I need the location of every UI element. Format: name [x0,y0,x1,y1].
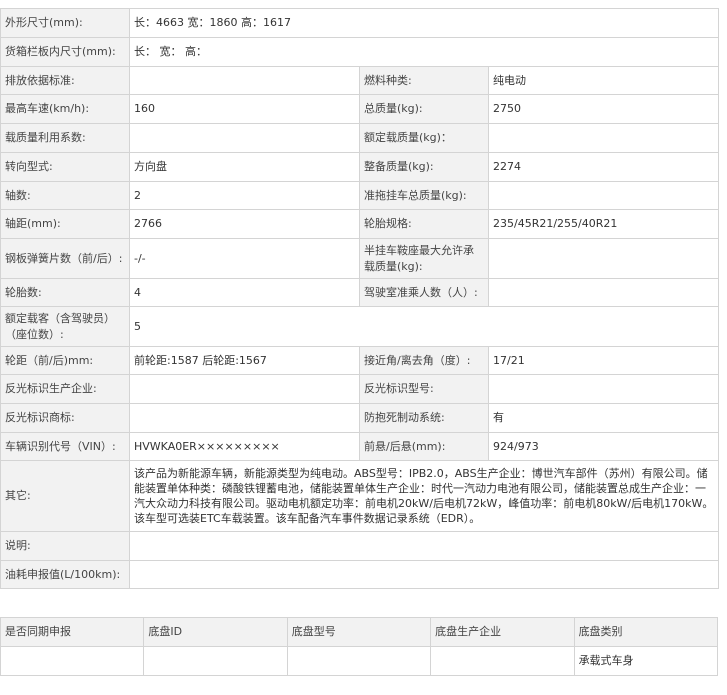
chassis-header-row: 是否同期申报 底盘ID 底盘型号 底盘生产企业 底盘类别 [0,617,719,647]
chassis-data-row: 承载式车身 [0,646,719,676]
gross-mass-value: 2750 [488,94,719,124]
passengers-value: 5 [129,306,719,347]
vehicle-spec-table: 外形尺寸(mm): 长：4663 宽：1860 高：1617 货箱栏板内尺寸(m… [0,8,719,589]
chassis-cell [0,646,145,676]
trailer-mass-value [488,181,719,210]
load-utilization-label: 载质量利用系数: [0,123,130,153]
wheelbase-label: 轴距(mm): [0,209,130,239]
chassis-cell [430,646,575,676]
spec-row: 车辆识别代号（VIN）: HVWKA0ER××××××××× 前悬/后悬(mm)… [0,432,719,461]
angles-label: 接近角/离去角（度）: [359,346,489,375]
spec-row: 油耗申报值(L/100km): [0,560,719,589]
spec-row: 排放依据标准: 燃料种类: 纯电动 [0,66,719,95]
wheelbase-value: 2766 [129,209,360,239]
cargo-box-label: 货箱栏板内尺寸(mm): [0,37,130,67]
curb-mass-value: 2274 [488,152,719,182]
chassis-header-cell: 底盘生产企业 [430,617,575,647]
spec-row: 最高车速(km/h): 160 总质量(kg): 2750 [0,94,719,124]
cab-seats-value [488,278,719,307]
max-speed-label: 最高车速(km/h): [0,94,130,124]
note-label: 说明: [0,531,130,561]
dimensions-value: 长：4663 宽：1860 高：1617 [129,8,719,38]
spec-row: 轮胎数: 4 驾驶室准乘人数（人）: [0,278,719,307]
chassis-cell [143,646,288,676]
steering-label: 转向型式: [0,152,130,182]
fuel-consumption-value [129,560,719,589]
cab-seats-label: 驾驶室准乘人数（人）: [359,278,489,307]
steering-value: 方向盘 [129,152,360,182]
spec-row: 钢板弹簧片数（前/后）: -/- 半挂车鞍座最大允许承载质量(kg): [0,238,719,279]
emission-standard-value [129,66,360,95]
spec-row: 轴数: 2 准拖挂车总质量(kg): [0,181,719,210]
reflector-maker-value [129,374,360,404]
curb-mass-label: 整备质量(kg): [359,152,489,182]
reflector-brand-value [129,403,360,433]
leaf-springs-value: -/- [129,238,360,279]
saddle-load-label: 半挂车鞍座最大允许承载质量(kg): [359,238,489,279]
spec-row: 反光标识生产企业: 反光标识型号: [0,374,719,404]
spec-row: 反光标识商标: 防抱死制动系统: 有 [0,403,719,433]
saddle-load-value [488,238,719,279]
emission-standard-label: 排放依据标准: [0,66,130,95]
vin-label: 车辆识别代号（VIN）: [0,432,130,461]
fuel-consumption-label: 油耗申报值(L/100km): [0,560,130,589]
gross-mass-label: 总质量(kg): [359,94,489,124]
spec-row: 轮距（前/后)mm: 前轮距:1587 后轮距:1567 接近角/离去角（度）:… [0,346,719,375]
reflector-brand-label: 反光标识商标: [0,403,130,433]
spec-row: 货箱栏板内尺寸(mm): 长： 宽： 高： [0,37,719,67]
reflector-model-value [488,374,719,404]
load-utilization-value [129,123,360,153]
tire-count-label: 轮胎数: [0,278,130,307]
overhang-label: 前悬/后悬(mm): [359,432,489,461]
spec-row: 额定载客（含驾驶员）（座位数）: 5 [0,306,719,347]
track-label: 轮距（前/后)mm: [0,346,130,375]
fuel-type-label: 燃料种类: [359,66,489,95]
axles-value: 2 [129,181,360,210]
spec-row: 说明: [0,531,719,561]
angles-value: 17/21 [488,346,719,375]
reflector-model-label: 反光标识型号: [359,374,489,404]
tire-spec-value: 235/45R21/255/40R21 [488,209,719,239]
tire-count-value: 4 [129,278,360,307]
vin-value: HVWKA0ER××××××××× [129,432,360,461]
max-speed-value: 160 [129,94,360,124]
spec-row: 载质量利用系数: 额定载质量(kg)： [0,123,719,153]
overhang-value: 924/973 [488,432,719,461]
dimensions-label: 外形尺寸(mm): [0,8,130,38]
trailer-mass-label: 准拖挂车总质量(kg): [359,181,489,210]
chassis-header-cell: 底盘类别 [573,617,719,647]
axles-label: 轴数: [0,181,130,210]
chassis-cell [286,646,432,676]
note-value [129,531,719,561]
abs-label: 防抱死制动系统: [359,403,489,433]
rated-load-label: 额定载质量(kg)： [359,123,489,153]
other-label: 其它: [0,460,130,532]
spec-row: 轴距(mm): 2766 轮胎规格: 235/45R21/255/40R21 [0,209,719,239]
rated-load-value [488,123,719,153]
tire-spec-label: 轮胎规格: [359,209,489,239]
abs-value: 有 [488,403,719,433]
reflector-maker-label: 反光标识生产企业: [0,374,130,404]
other-value: 该产品为新能源车辆，新能源类型为纯电动。ABS型号：IPB2.0，ABS生产企业… [129,460,719,532]
passengers-label: 额定载客（含驾驶员）（座位数）: [0,306,130,347]
cargo-box-value: 长： 宽： 高： [129,37,719,67]
track-value: 前轮距:1587 后轮距:1567 [129,346,360,375]
spec-row: 转向型式: 方向盘 整备质量(kg): 2274 [0,152,719,182]
chassis-header-cell: 是否同期申报 [0,617,145,647]
chassis-table: 是否同期申报 底盘ID 底盘型号 底盘生产企业 底盘类别 承载式车身 [0,617,719,676]
spec-row: 其它: 该产品为新能源车辆，新能源类型为纯电动。ABS型号：IPB2.0，ABS… [0,460,719,532]
spec-row: 外形尺寸(mm): 长：4663 宽：1860 高：1617 [0,8,719,38]
chassis-cell: 承载式车身 [573,646,719,676]
leaf-springs-label: 钢板弹簧片数（前/后）: [0,238,130,279]
fuel-type-value: 纯电动 [488,66,719,95]
chassis-header-cell: 底盘型号 [286,617,432,647]
chassis-header-cell: 底盘ID [143,617,288,647]
